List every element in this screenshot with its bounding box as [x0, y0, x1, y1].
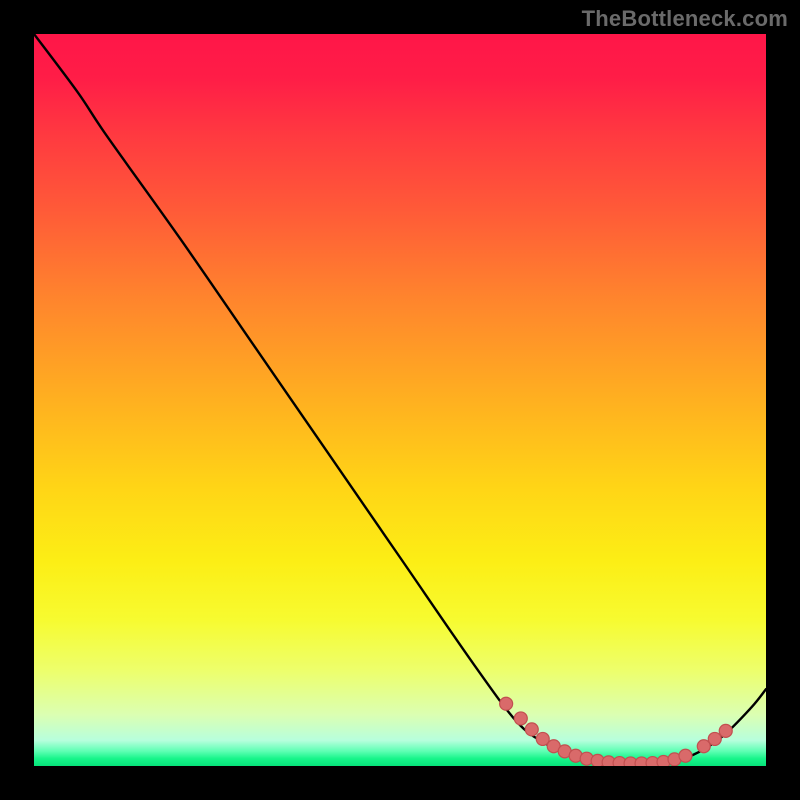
curve-marker	[525, 723, 538, 736]
curve-marker	[514, 712, 527, 725]
plot-area	[34, 34, 766, 766]
watermark-text: TheBottleneck.com	[582, 6, 788, 32]
curve-marker	[679, 749, 692, 762]
curve-marker	[708, 732, 721, 745]
curve-marker	[500, 697, 513, 710]
bottleneck-curve	[34, 34, 766, 764]
curve-markers	[500, 697, 733, 766]
curve-marker	[719, 724, 732, 737]
curve-layer	[34, 34, 766, 766]
chart-stage: TheBottleneck.com	[0, 0, 800, 800]
